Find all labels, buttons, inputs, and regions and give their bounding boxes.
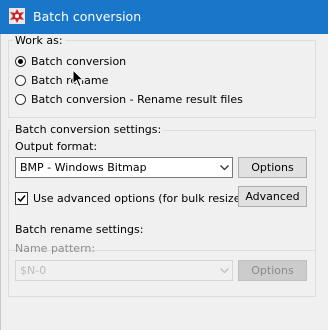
output-format-select[interactable]: BMP - Windows Bitmap — [15, 157, 233, 178]
output-format-value: BMP - Windows Bitmap — [20, 161, 147, 174]
radio-label: Batch rename — [31, 73, 109, 87]
dialog-body: Work as: Batch conversion Batch rename B… — [0, 34, 328, 330]
radio-indicator[interactable] — [15, 93, 26, 105]
radio-batch-conversion[interactable]: Batch conversion — [15, 53, 126, 69]
app-icon — [9, 8, 25, 24]
radio-batch-rename[interactable]: Batch rename — [15, 72, 108, 88]
window-title: Batch conversion — [33, 9, 142, 24]
radio-label: Batch conversion — [31, 54, 127, 68]
advanced-options-checkbox[interactable]: Use advanced options (for bulk resize...… — [15, 190, 255, 206]
output-format-label: Output format: — [15, 140, 98, 153]
rename-options-button[interactable]: Options — [238, 260, 307, 281]
chevron-down-icon[interactable] — [216, 261, 232, 280]
chevron-down-icon[interactable] — [216, 158, 232, 177]
radio-indicator[interactable] — [15, 74, 26, 86]
advanced-button[interactable]: Advanced — [238, 186, 307, 207]
radio-label: Batch conversion - Rename result files — [31, 92, 243, 106]
work-as-legend: Work as: — [13, 34, 65, 47]
name-pattern-select[interactable]: $N-0 — [15, 260, 233, 281]
name-pattern-value: $N-0 — [20, 264, 47, 277]
conversion-settings-legend: Batch conversion settings: — [13, 123, 164, 136]
mouse-cursor-icon — [72, 69, 84, 88]
advanced-options-label: Use advanced options (for bulk resize...… — [33, 191, 256, 205]
output-options-button[interactable]: Options — [238, 157, 307, 178]
title-bar[interactable]: Batch conversion — [0, 0, 328, 34]
name-pattern-label: Name pattern: — [15, 242, 96, 255]
radio-batch-conversion-rename[interactable]: Batch conversion - Rename result files — [15, 91, 243, 107]
rename-settings-legend: Batch rename settings: — [13, 223, 146, 236]
checkbox-indicator[interactable] — [15, 191, 28, 205]
radio-indicator[interactable] — [15, 55, 26, 67]
